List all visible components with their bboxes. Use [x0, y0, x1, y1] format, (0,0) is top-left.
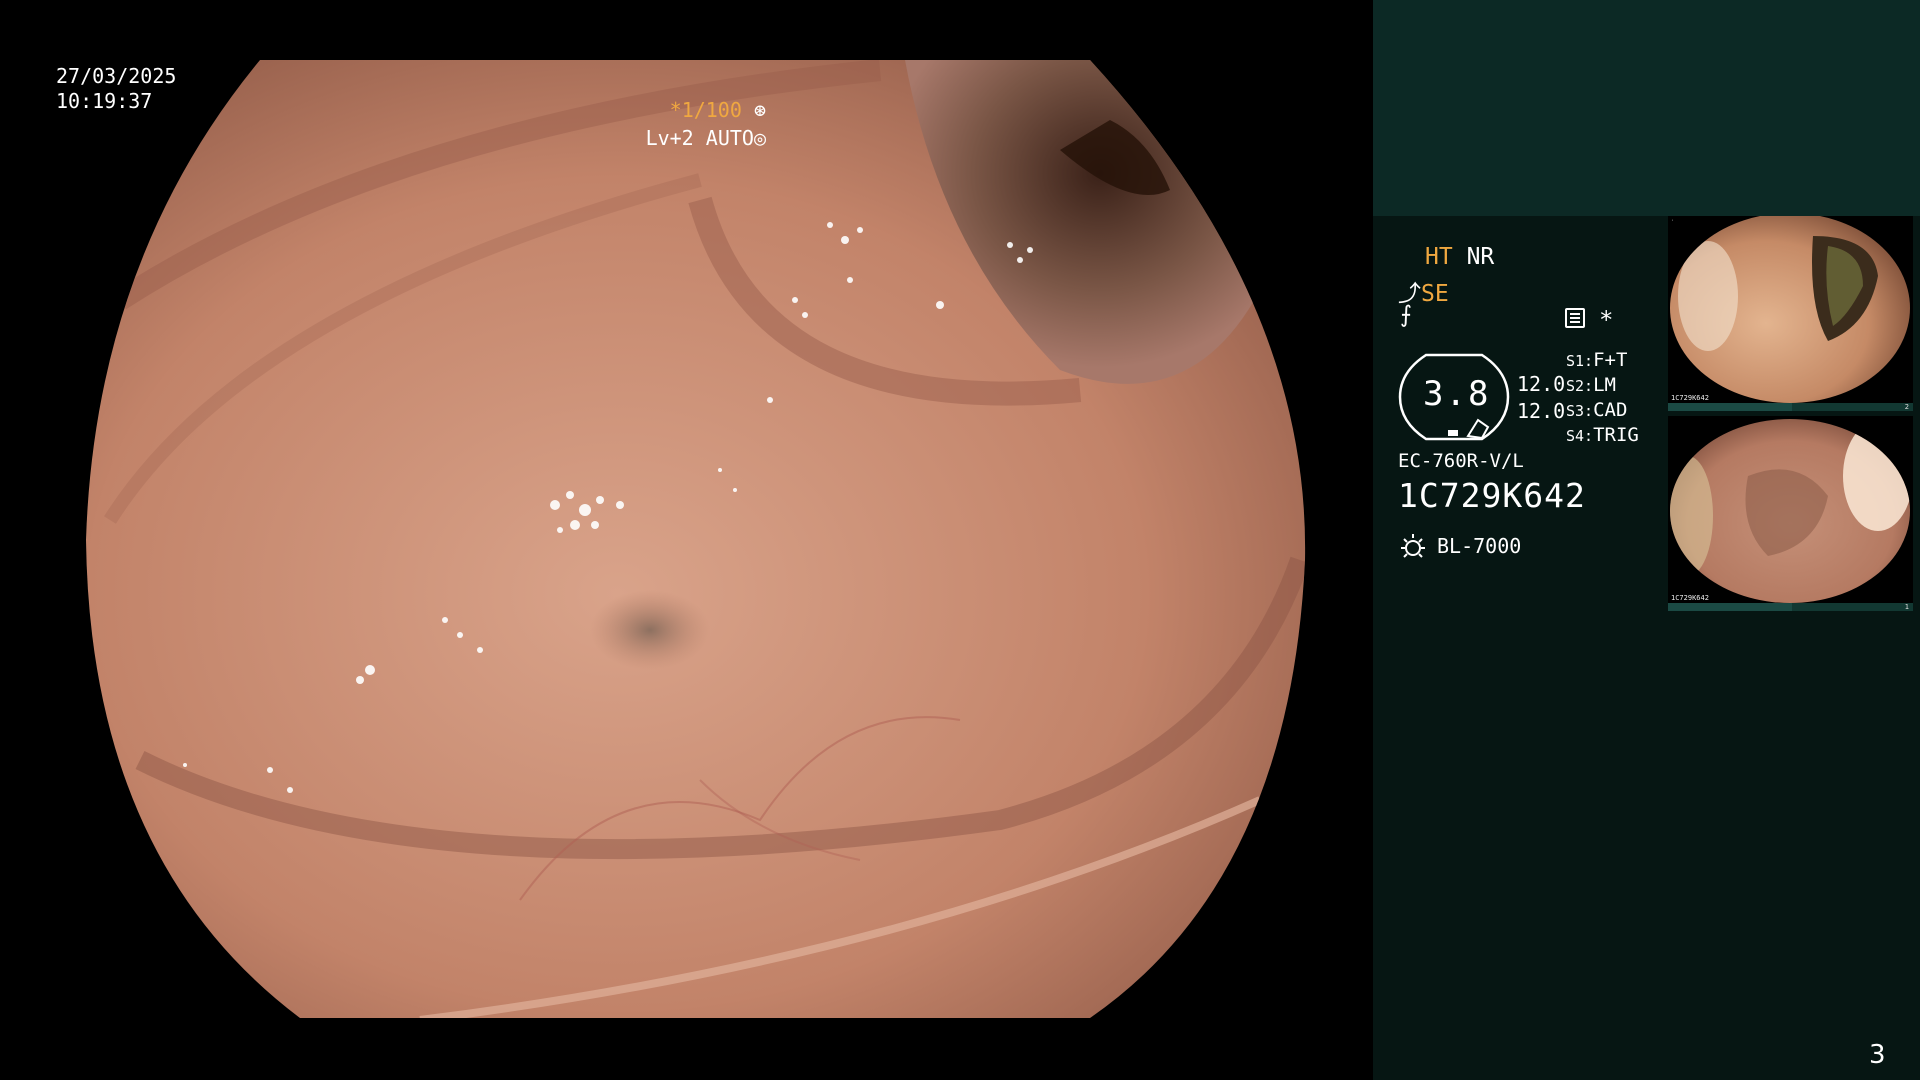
thumbnail-image: [1668, 416, 1913, 611]
aperture-icon: ⊛: [753, 98, 766, 122]
switch-s2: S2:LM: [1566, 374, 1616, 396]
panel-header-area: [1373, 0, 1920, 216]
time-readout: 10:19:37: [56, 89, 153, 113]
date-readout: 27/03/2025: [56, 64, 177, 88]
nr-label: NR: [1466, 244, 1495, 270]
endoscope-view: 27/03/2025 10:19:37 *1/100 ⊛ Lv+2 AUTO◎: [0, 0, 1373, 1080]
svg-text:·: ·: [1671, 218, 1674, 224]
iris-readout: Lv+2 AUTO◎: [646, 126, 766, 150]
scope-serial: 1C729K642: [1398, 476, 1586, 515]
ht-label: HT: [1425, 244, 1453, 270]
f-curve-icon: ⨍: [1400, 302, 1412, 328]
thumbnail-serial: 1C729K642: [1671, 594, 1709, 602]
switch-s1: S1:F+T: [1566, 349, 1628, 371]
thumbnail-index: 1: [1904, 603, 1909, 611]
endoscope-image: [86, 60, 1306, 1018]
enhancement-row: HT NR: [1425, 244, 1494, 270]
star-mark: *: [1599, 306, 1614, 334]
value-a: 12.0: [1517, 372, 1566, 396]
iris-icon: ◎: [753, 126, 766, 150]
iris-mode: AUTO: [705, 126, 754, 150]
shutter-readout: *1/100 ⊛: [670, 98, 766, 122]
page-number: 3: [1869, 1040, 1886, 1070]
thumbnail-serial: 1C729K642: [1671, 394, 1709, 402]
scope-model: EC-760R-V/L: [1398, 450, 1524, 472]
thumbnail-bar: [1668, 403, 1913, 411]
captured-thumbnail[interactable]: 1C729K642 1: [1668, 416, 1913, 611]
captured-thumbnail[interactable]: · 1C729K642 2: [1668, 216, 1913, 411]
gauge-value: 3.8: [1423, 374, 1491, 414]
thumbnail-index: 2: [1904, 403, 1909, 411]
switch-s4: S4:TRIG: [1566, 424, 1639, 446]
se-label: SE: [1421, 281, 1449, 307]
thumbnail-image: ·: [1668, 216, 1913, 411]
shutter-speed: 1/100: [681, 98, 742, 122]
light-source-label: BL-7000: [1437, 534, 1522, 558]
light-source-icon: [1401, 534, 1425, 558]
switch-s3: S3:CAD: [1566, 399, 1628, 421]
thumbnail-bar: [1668, 603, 1913, 611]
shutter-prefix: *: [669, 98, 682, 122]
level-value: Lv+2: [645, 126, 694, 150]
menu-icon: [1565, 308, 1585, 328]
value-b: 12.0: [1517, 399, 1566, 423]
